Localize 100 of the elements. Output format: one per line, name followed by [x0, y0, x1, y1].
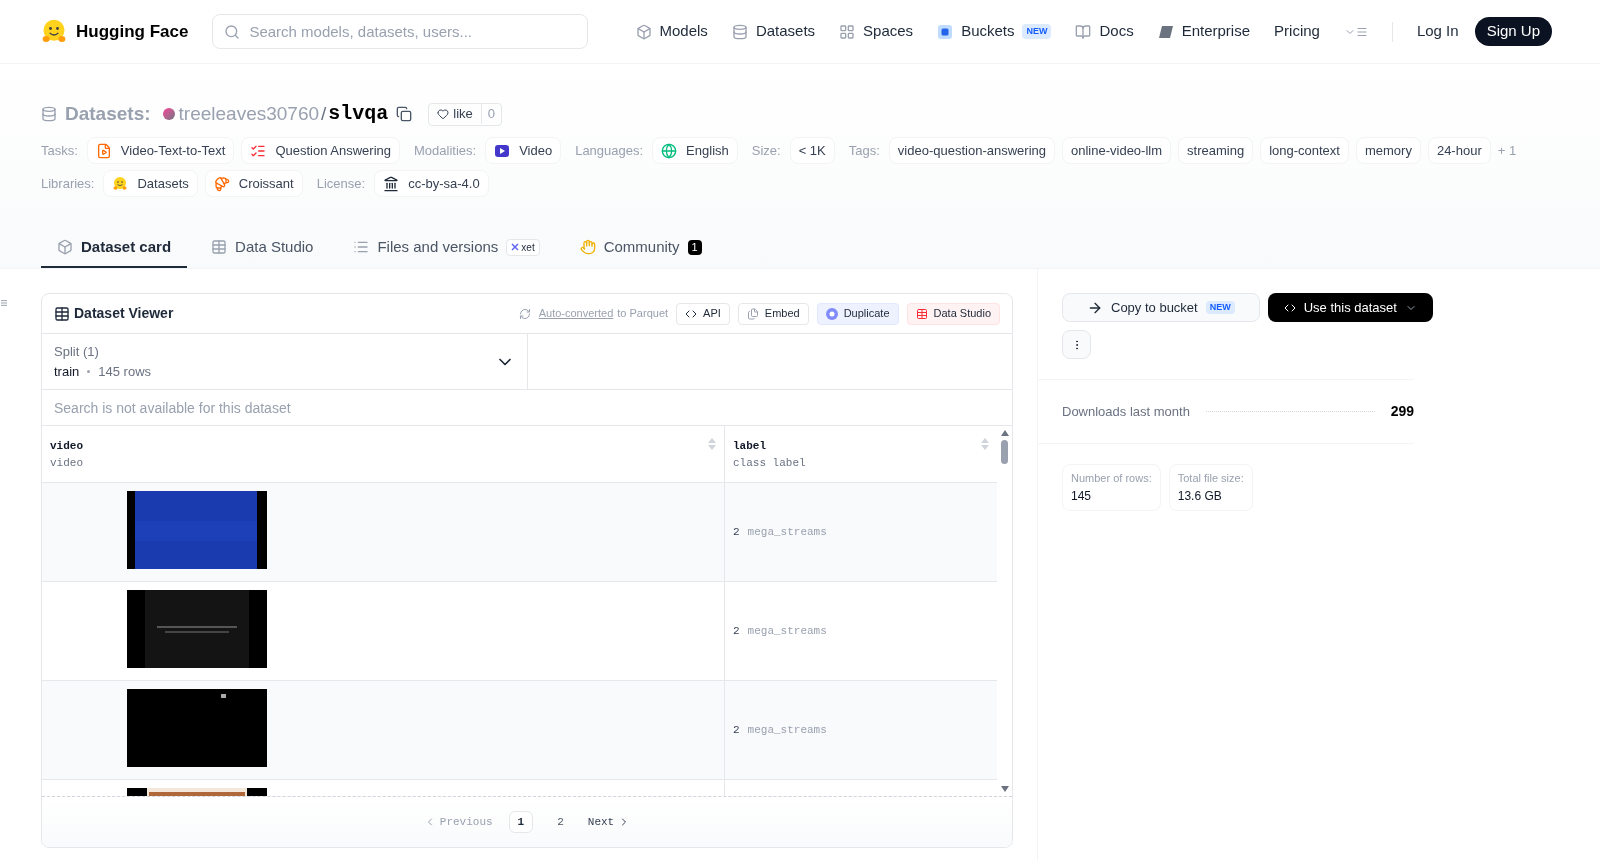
tag-group-label: Modalities: — [414, 141, 477, 160]
cube-icon — [635, 23, 652, 40]
split-row-count: 145 rows — [98, 362, 152, 381]
tag-chip[interactable]: 24-hour — [1427, 137, 1491, 164]
tab[interactable]: Files and versions xet — [337, 228, 556, 268]
book-icon — [1075, 23, 1092, 40]
viewer-action-button[interactable]: Duplicate — [816, 302, 899, 325]
tag-chip[interactable]: video-question-answering — [888, 137, 1055, 164]
tag-chip[interactable]: Video-Text-to-Text — [86, 137, 235, 164]
use-dataset-button[interactable]: Use this dataset — [1267, 293, 1433, 322]
table-icon — [211, 239, 228, 255]
outline-toggle-icon[interactable] — [0, 297, 8, 309]
tab[interactable]: Community 1 — [563, 228, 718, 268]
tag-chip[interactable]: streaming — [1178, 137, 1254, 164]
owner-avatar — [162, 108, 175, 120]
stat-label: Number of rows: — [1071, 471, 1152, 486]
column-header[interactable]: label class label — [725, 426, 997, 482]
split-name: train — [54, 362, 80, 381]
copy-to-bucket-button[interactable]: Copy to bucket NEW — [1062, 293, 1260, 322]
path-separator: / — [321, 101, 327, 126]
nav-link[interactable]: Models — [635, 20, 708, 43]
video-file-icon — [95, 142, 112, 159]
cube-icon — [57, 239, 73, 255]
like-count: 0 — [480, 104, 502, 124]
bank-icon — [383, 175, 400, 192]
sort-icon — [708, 438, 716, 450]
search-icon — [224, 24, 241, 40]
split-selector[interactable]: Split (1) train 145 rows — [42, 334, 528, 389]
tag-chip[interactable]: < 1K — [789, 137, 835, 164]
split-label: Split (1) — [54, 343, 100, 361]
tag-group-label: Libraries: — [41, 174, 95, 193]
table-cell-text: 2 mega_streams — [733, 524, 827, 540]
signup-button[interactable]: Sign Up — [1474, 17, 1552, 46]
tag-chip[interactable]: long-context — [1260, 137, 1349, 164]
play-icon — [494, 142, 511, 159]
login-link[interactable]: Log In — [1416, 20, 1459, 43]
next-link[interactable]: Next — [587, 813, 631, 831]
tag-chip[interactable]: online-video-llm — [1062, 137, 1172, 164]
nav-link[interactable]: Datasets — [731, 20, 816, 43]
tab[interactable]: Data Studio — [195, 228, 330, 268]
tag-chip[interactable]: cc-by-sa-4.0 — [374, 170, 489, 197]
grid-icon — [839, 23, 856, 40]
tag-chip[interactable]: Video — [485, 137, 562, 164]
scroll-up-arrow-icon[interactable] — [1000, 430, 1009, 436]
more-menu-icon[interactable] — [1343, 25, 1368, 38]
refresh-icon — [518, 307, 531, 320]
nav-link[interactable]: Pricing — [1274, 20, 1320, 43]
nav-link[interactable]: Docs — [1075, 20, 1134, 43]
tag-chip[interactable]: Question Answering — [241, 137, 400, 164]
cross-icon — [511, 243, 520, 251]
table-cell-text: 2 mega_streams — [733, 722, 827, 738]
scroll-down-arrow-icon[interactable] — [1000, 786, 1009, 792]
hugging-face-logo-icon — [112, 175, 129, 192]
stat-value: 13.6 GB — [1177, 487, 1223, 505]
search-field[interactable]: Search models, datasets, users... — [212, 14, 589, 49]
downloads-count: 299 — [1390, 402, 1414, 421]
files-icon — [746, 307, 759, 320]
repo-name[interactable]: slvqa — [328, 99, 389, 129]
tag-chip[interactable]: Croissant — [204, 170, 303, 197]
page-link[interactable]: 1 — [508, 811, 534, 833]
tag-group-label: Tasks: — [41, 141, 78, 160]
table-icon — [54, 305, 70, 322]
croissant-icon — [213, 175, 230, 192]
viewer-action-button[interactable]: Embed — [737, 302, 809, 325]
database-icon — [731, 23, 748, 40]
like-button[interactable]: like 0 — [428, 102, 503, 126]
tab[interactable]: Dataset card — [41, 228, 188, 268]
tag-chip[interactable]: memory — [1355, 137, 1421, 164]
viewer-action-button[interactable]: Data Studio — [906, 302, 1000, 325]
downloads-label: Downloads last month — [1062, 402, 1190, 421]
nav-link[interactable]: Enterprise — [1157, 20, 1251, 43]
dot-icon — [87, 369, 91, 373]
sort-icon — [981, 438, 989, 450]
stat-value: 145 — [1071, 487, 1093, 505]
table-icon — [915, 307, 928, 320]
square-icon — [937, 23, 954, 40]
viewer-action-button[interactable]: API — [676, 302, 730, 325]
stat-label: Total file size: — [1177, 471, 1244, 486]
tag-group-label: Tags: — [848, 141, 880, 160]
table-cell-text: 2 mega_streams — [733, 623, 827, 639]
count-badge: 1 — [687, 239, 702, 255]
nav-link[interactable]: Buckets NEW — [937, 20, 1052, 43]
page-link[interactable]: 2 — [549, 811, 572, 833]
parallelogram-icon — [1157, 23, 1174, 40]
copy-icon[interactable] — [396, 106, 413, 122]
brand-name[interactable]: Hugging Face — [76, 18, 189, 45]
tag-chip[interactable]: English — [652, 137, 738, 164]
tag-group-label: Languages: — [575, 141, 644, 160]
nav-link[interactable]: Spaces — [839, 20, 914, 43]
column-header[interactable]: video video — [42, 426, 725, 482]
viewer-title: Dataset Viewer — [74, 304, 174, 323]
list-icon — [353, 239, 370, 255]
new-badge: NEW — [1022, 23, 1052, 40]
heart-icon — [437, 108, 450, 120]
new-badge: NEW — [1205, 300, 1235, 315]
tag-group-label: License: — [316, 174, 366, 193]
scrollbar-thumb[interactable] — [1001, 440, 1008, 464]
circle-icon — [825, 307, 838, 320]
globe-icon — [661, 142, 678, 159]
tag-chip[interactable]: Datasets — [103, 170, 198, 197]
